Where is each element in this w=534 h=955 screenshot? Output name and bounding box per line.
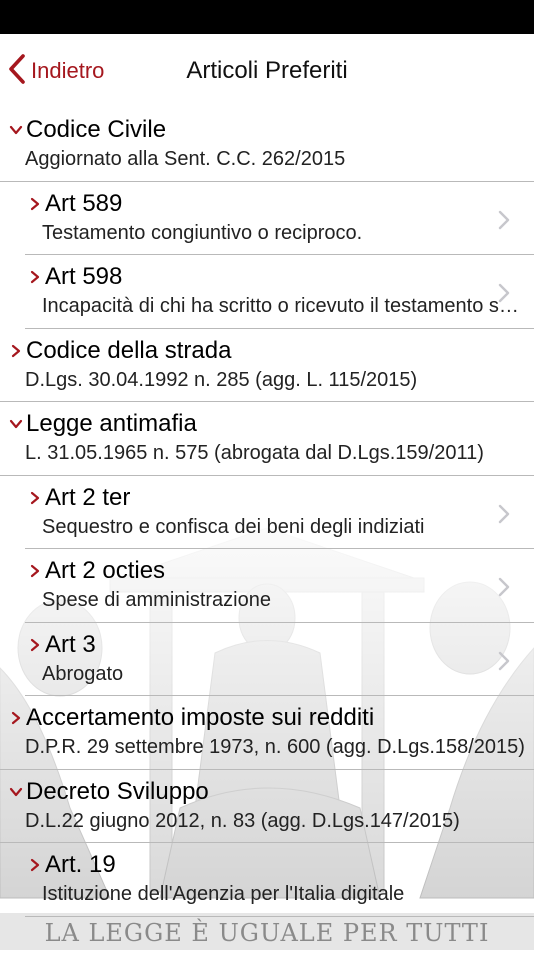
row-title: Legge antimafia	[26, 410, 197, 437]
row-title-line: Accertamento imposte sui redditi	[9, 704, 374, 732]
row-title-line: Art 598	[28, 263, 122, 291]
favorites-list: Codice Civile Aggiornato alla Sent. C.C. …	[0, 108, 534, 917]
caret-right-icon[interactable]	[28, 564, 42, 578]
article-row[interactable]: Art 2 octies Spese di amministrazione	[0, 549, 534, 623]
row-title-line: Art 2 ter	[28, 484, 130, 512]
background-motto: LA LEGGE È UGUALE PER TUTTI	[45, 918, 490, 947]
row-title-line: Legge antimafia	[9, 410, 197, 438]
row-title: Accertamento imposte sui redditi	[26, 704, 375, 731]
law-row[interactable]: Accertamento imposte sui redditi D.P.R. 2…	[0, 696, 534, 770]
row-title: Art 589	[45, 189, 123, 217]
row-subtitle: Incapacità di chi ha scritto o ricevuto …	[42, 295, 524, 317]
row-subtitle: D.L.22 giugno 2012, n. 83 (agg. D.Lgs.14…	[25, 809, 460, 832]
law-row[interactable]: Decreto Sviluppo D.L.22 giugno 2012, n. 8…	[0, 770, 534, 843]
article-row[interactable]: Art. 19 Istituzione dell'Agenzia per l'It…	[0, 843, 534, 917]
caret-right-icon[interactable]	[28, 270, 42, 284]
row-subtitle: Testamento congiuntivo o reciproco.	[42, 221, 363, 244]
row-subtitle: Istituzione dell'Agenzia per l'Italia di…	[42, 883, 405, 905]
law-row[interactable]: Codice della strada D.Lgs. 30.04.1992 n. …	[0, 329, 534, 402]
row-title: Codice Civile	[26, 116, 167, 143]
row-title: Art 2 octies	[45, 557, 166, 584]
row-subtitle: Aggiornato alla Sent. C.C. 262/2015	[25, 148, 346, 170]
row-title: Art 598	[45, 263, 123, 290]
chevron-right-icon	[498, 283, 510, 303]
caret-right-icon[interactable]	[28, 491, 42, 505]
chevron-right-icon	[498, 210, 510, 230]
status-bar	[0, 0, 534, 34]
row-title-line: Decreto Sviluppo	[9, 778, 209, 806]
caret-down-icon[interactable]	[9, 785, 23, 799]
row-subtitle: Abrogato	[42, 662, 124, 685]
law-row[interactable]: Legge antimafia L. 31.05.1965 n. 575 (abr…	[0, 402, 534, 476]
chevron-right-icon	[498, 651, 510, 671]
caret-right-icon[interactable]	[28, 858, 42, 872]
caret-right-icon[interactable]	[9, 711, 23, 725]
row-title-line: Art 3	[28, 631, 96, 659]
article-row[interactable]: Art 598 Incapacità di chi ha scritto o ri…	[0, 255, 534, 329]
chevron-right-icon	[498, 504, 510, 524]
row-title: Art. 19	[45, 851, 116, 878]
row-title: Art 3	[45, 630, 96, 658]
article-row[interactable]: Art 589 Testamento congiuntivo o reciproc…	[0, 182, 534, 255]
row-title: Art 2 ter	[45, 483, 131, 511]
caret-down-icon[interactable]	[9, 417, 23, 431]
row-title-line: Codice della strada	[9, 337, 231, 365]
row-subtitle: Sequestro e confisca dei beni degli indi…	[42, 515, 425, 538]
row-title-line: Codice Civile	[9, 116, 166, 144]
navigation-bar: Indietro Articoli Preferiti	[0, 34, 534, 108]
chevron-right-icon	[498, 577, 510, 597]
article-row[interactable]: Art 2 ter Sequestro e confisca dei beni d…	[0, 476, 534, 549]
law-row[interactable]: Codice Civile Aggiornato alla Sent. C.C. …	[0, 108, 534, 182]
caret-right-icon[interactable]	[28, 638, 42, 652]
row-title-line: Art 589	[28, 190, 122, 218]
article-row[interactable]: Art 3 Abrogato	[0, 623, 534, 696]
row-title-line: Art. 19	[28, 851, 116, 879]
page-title: Articoli Preferiti	[186, 57, 348, 84]
row-subtitle: L. 31.05.1965 n. 575 (abrogata dal D.Lgs…	[25, 442, 484, 464]
row-divider	[25, 915, 534, 917]
caret-down-icon[interactable]	[9, 123, 23, 137]
row-title-line: Art 2 octies	[28, 557, 165, 585]
row-title: Codice della strada	[26, 336, 232, 364]
caret-right-icon[interactable]	[9, 344, 23, 358]
row-subtitle: D.Lgs. 30.04.1992 n. 285 (agg. L. 115/20…	[25, 368, 418, 391]
row-title: Decreto Sviluppo	[26, 777, 209, 805]
row-subtitle: Spese di amministrazione	[42, 589, 271, 611]
row-subtitle: D.P.R. 29 settembre 1973, n. 600 (agg. D…	[25, 736, 525, 758]
caret-right-icon[interactable]	[28, 197, 42, 211]
